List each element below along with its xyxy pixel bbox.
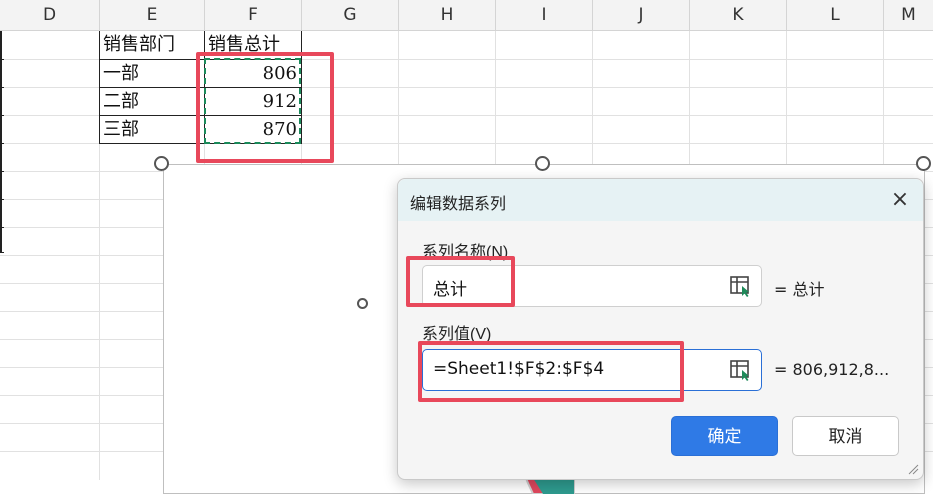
cell-e2[interactable]: 一部: [103, 60, 139, 88]
col-header-k[interactable]: K: [690, 0, 787, 31]
cell-e4[interactable]: 三部: [103, 116, 139, 144]
resize-handle-top-middle[interactable]: [535, 156, 550, 171]
col-header-g[interactable]: G: [302, 0, 399, 31]
col-header-h[interactable]: H: [399, 0, 496, 31]
resize-handle-top-left[interactable]: [154, 156, 169, 171]
series-name-result: = 总计: [774, 280, 825, 299]
col-header-d[interactable]: D: [0, 0, 100, 31]
highlight-box-series-name: [406, 256, 515, 307]
cell-e1[interactable]: 销售部门: [103, 31, 175, 59]
dialog-title: 编辑数据系列: [410, 196, 507, 213]
table-left-edge: [0, 31, 2, 253]
col-header-i[interactable]: I: [496, 0, 593, 31]
highlight-box-series-values: [418, 341, 684, 402]
cancel-button[interactable]: 取消: [792, 416, 899, 456]
col-header-j[interactable]: J: [593, 0, 690, 31]
col-header-f[interactable]: F: [205, 0, 302, 31]
col-header-m[interactable]: M: [884, 0, 933, 31]
range-select-icon[interactable]: [729, 358, 753, 382]
data-point-handle[interactable]: [357, 298, 368, 309]
series-values-result: = 806,912,8...: [774, 360, 890, 379]
close-icon[interactable]: ×: [887, 187, 913, 213]
dialog-title-bar[interactable]: 编辑数据系列 ×: [398, 179, 923, 221]
cell-e3[interactable]: 二部: [103, 88, 139, 116]
col-header-l[interactable]: L: [787, 0, 884, 31]
resize-grip-icon[interactable]: [907, 463, 919, 475]
highlight-box-range: [196, 52, 334, 163]
edit-series-dialog: 编辑数据系列 × 系列名称(N) 总计 = 总计 系列值(V) =Sheet1!…: [397, 178, 924, 480]
col-header-e[interactable]: E: [100, 0, 205, 31]
resize-handle-top-right[interactable]: [916, 156, 931, 171]
ok-button[interactable]: 确定: [671, 416, 778, 456]
range-select-icon[interactable]: [729, 274, 753, 298]
